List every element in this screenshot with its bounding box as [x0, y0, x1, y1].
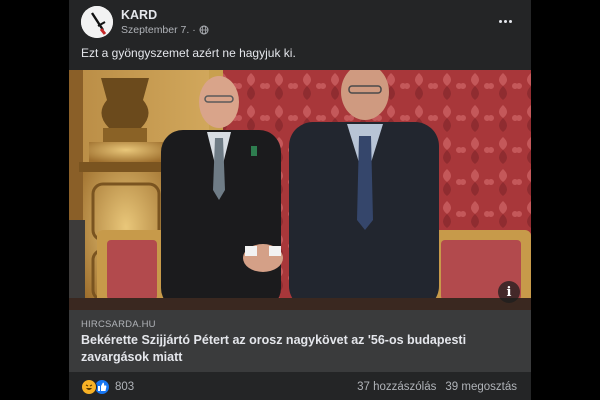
link-preview-image[interactable]: i [69, 70, 531, 310]
engagement-bar: 803 37 hozzászólás 39 megosztás [69, 374, 531, 400]
comment-count[interactable]: 37 hozzászólás [357, 381, 436, 393]
post-header: KARD Szeptember 7. · [69, 0, 531, 42]
globe-icon[interactable] [199, 25, 209, 35]
share-count[interactable]: 39 megosztás [445, 381, 517, 393]
post-text: Ezt a gyöngyszemet azért ne hagyjuk ki. [81, 46, 296, 60]
page-name[interactable]: KARD [121, 8, 157, 22]
post-meta: Szeptember 7. · [121, 24, 209, 36]
haha-reaction-icon [81, 379, 97, 395]
photo-illustration [69, 70, 531, 310]
sword-icon [81, 6, 113, 38]
engagement-counts: 37 hozzászólás 39 megosztás [357, 381, 517, 393]
more-options-icon[interactable] [493, 11, 517, 31]
reactions-summary[interactable]: 803 [81, 379, 134, 395]
post-date[interactable]: Szeptember 7. [121, 24, 189, 36]
info-icon[interactable]: i [498, 281, 520, 303]
link-domain: HIRCSARDA.HU [81, 319, 156, 330]
page-avatar[interactable] [81, 6, 113, 38]
meta-separator: · [192, 24, 196, 36]
reaction-count[interactable]: 803 [115, 381, 134, 393]
link-title[interactable]: Bekérette Szijjártó Pétert az orosz nagy… [81, 332, 501, 366]
link-preview[interactable]: HIRCSARDA.HU Bekérette Szijjártó Pétert … [69, 310, 531, 372]
post-card: KARD Szeptember 7. · Ezt a gyöngyszemet … [69, 0, 531, 400]
